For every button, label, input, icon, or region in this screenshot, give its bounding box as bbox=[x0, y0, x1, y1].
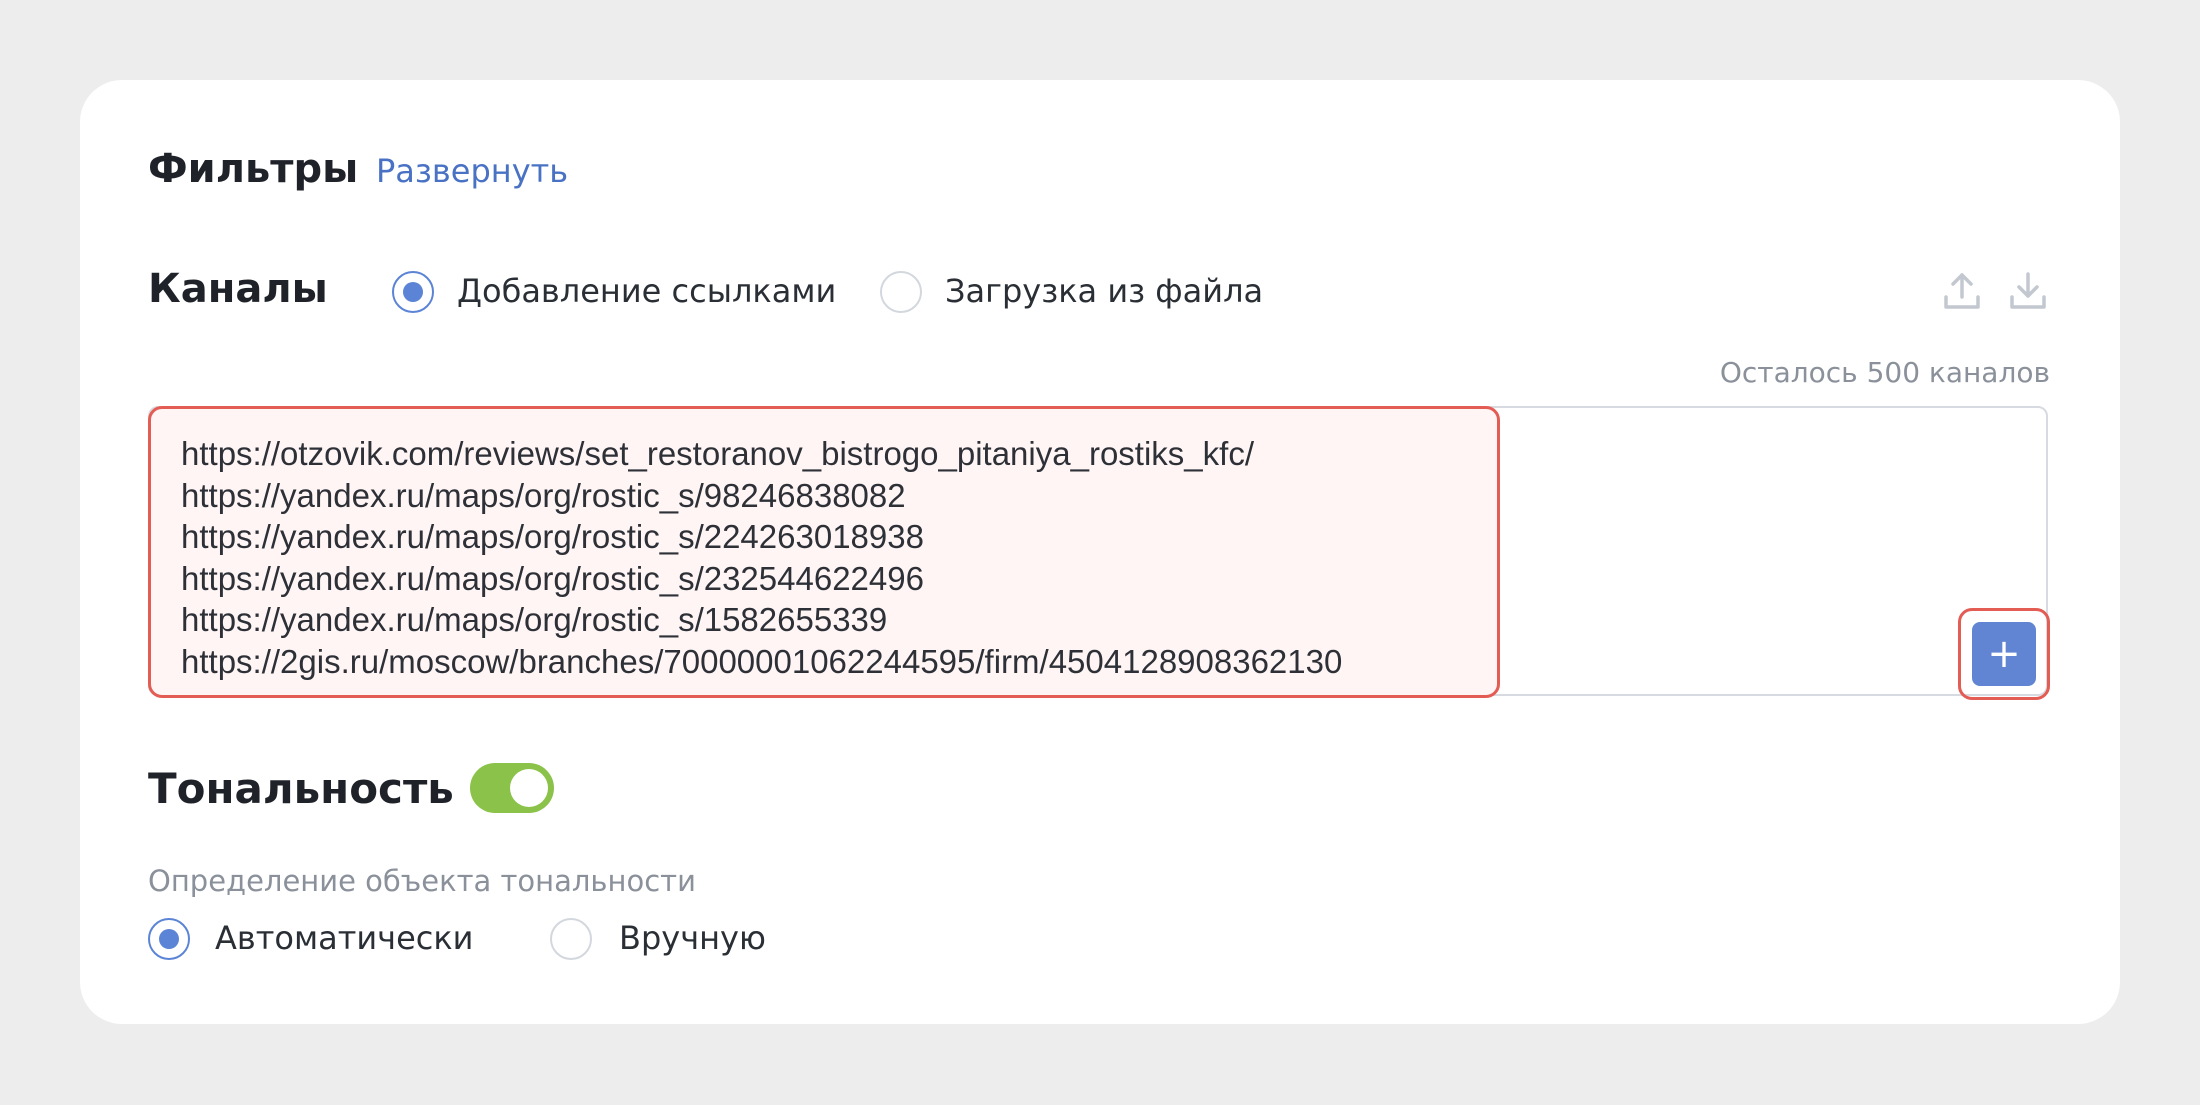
radio-manual-label[interactable]: Вручную bbox=[619, 919, 766, 957]
filters-card: Фильтры Развернуть Каналы Добавление ссы… bbox=[80, 80, 2120, 1024]
radio-auto[interactable] bbox=[148, 918, 190, 960]
tonality-toggle[interactable] bbox=[470, 763, 554, 813]
channel-link[interactable]: https://yandex.ru/maps/org/rostic_s/2325… bbox=[181, 558, 1342, 600]
channels-title: Каналы bbox=[148, 266, 328, 312]
radio-manual[interactable] bbox=[550, 918, 592, 960]
toggle-knob bbox=[510, 769, 548, 807]
channel-link[interactable]: https://yandex.ru/maps/org/rostic_s/9824… bbox=[181, 475, 1342, 517]
radio-upload-from-file[interactable] bbox=[880, 271, 922, 313]
add-channel-button[interactable]: + bbox=[1972, 622, 2036, 686]
tonality-object-label: Определение объекта тональности bbox=[148, 864, 696, 898]
channel-link[interactable]: https://2gis.ru/moscow/branches/70000001… bbox=[181, 641, 1342, 683]
channel-link[interactable]: https://otzovik.com/reviews/set_restoran… bbox=[181, 433, 1342, 475]
upload-icon[interactable] bbox=[1942, 269, 1982, 313]
radio-add-by-links-label[interactable]: Добавление ссылками bbox=[457, 272, 836, 310]
filters-title: Фильтры bbox=[148, 146, 359, 192]
radio-auto-label[interactable]: Автоматически bbox=[215, 919, 473, 957]
download-icon[interactable] bbox=[2008, 269, 2048, 313]
tonality-title: Тональность bbox=[148, 764, 454, 813]
remaining-channels-count: Осталось 500 каналов bbox=[1719, 356, 2050, 389]
radio-upload-from-file-label[interactable]: Загрузка из файла bbox=[945, 272, 1263, 310]
links-textarea-highlight[interactable]: https://otzovik.com/reviews/set_restoran… bbox=[148, 406, 1500, 698]
radio-add-by-links[interactable] bbox=[392, 271, 434, 313]
channel-link[interactable]: https://yandex.ru/maps/org/rostic_s/2242… bbox=[181, 516, 1342, 558]
links-list[interactable]: https://otzovik.com/reviews/set_restoran… bbox=[181, 433, 1342, 682]
expand-link[interactable]: Развернуть bbox=[376, 152, 568, 190]
channel-link[interactable]: https://yandex.ru/maps/org/rostic_s/1582… bbox=[181, 599, 1342, 641]
